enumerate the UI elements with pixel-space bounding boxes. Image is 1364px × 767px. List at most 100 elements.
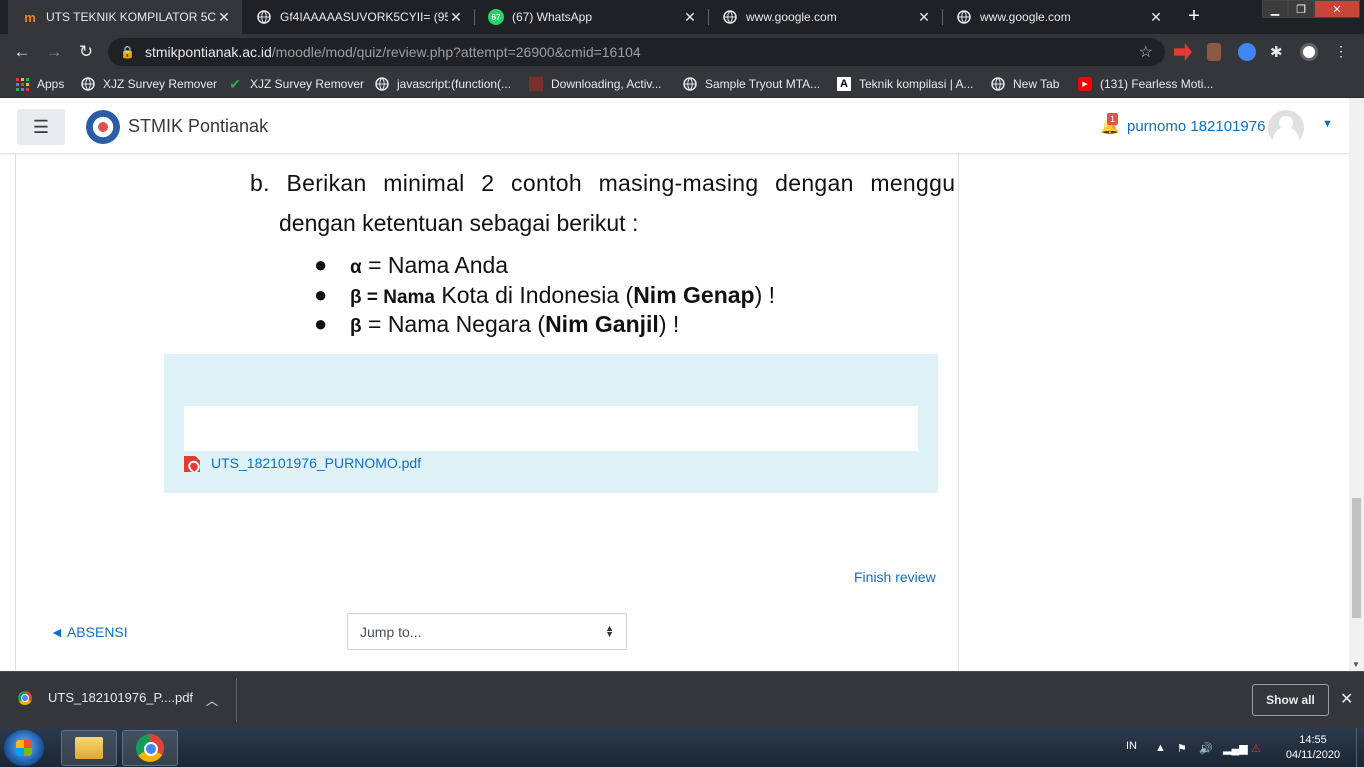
system-clock[interactable]: 14:55 04/11/2020 [1280,733,1346,763]
tab-title: www.google.com [746,10,837,24]
scroll-down-arrow-icon[interactable]: ▼ [1352,660,1360,669]
jump-to-label: Jump to... [360,624,422,640]
globe-icon [956,9,972,25]
bookmark-xjz-2[interactable]: ✔ XJZ Survey Remover [228,75,364,93]
close-icon[interactable]: ✕ [216,9,232,26]
tray-expand-icon[interactable]: ▲ [1155,742,1166,754]
scrollbar-thumb[interactable] [1352,498,1361,618]
user-menu-name[interactable]: purnomo 182101976 [1127,118,1265,135]
bookmark-label: New Tab [1013,77,1060,91]
chevron-down-icon[interactable]: ▼ [1322,118,1333,130]
tab-uts-teknik-kompilator[interactable]: m UTS TEKNIK KOMPILATOR 5C2: ✕ [8,0,242,34]
back-button[interactable]: ← [12,42,32,62]
tab-image-data[interactable]: Gf4IAAAAASUVORK5CYII= (956 ✕ [242,0,474,34]
volume-icon[interactable]: 🔊 [1199,742,1213,755]
download-item[interactable]: UTS_182101976_P....pdf [18,690,193,705]
close-icon[interactable]: ✕ [1340,689,1353,709]
bookmark-xjz-1[interactable]: XJZ Survey Remover [81,75,217,93]
finish-review-link[interactable]: Finish review [854,569,936,585]
language-indicator[interactable]: IN [1126,740,1137,752]
address-bar[interactable]: 🔒 stmikpontianak.ac.id/moodle/mod/quiz/r… [108,38,1165,66]
chevron-up-icon[interactable]: ︿ [206,692,218,709]
bookmark-label: Downloading, Activ... [551,77,662,91]
close-icon[interactable]: ✕ [916,9,932,26]
forward-button[interactable]: → [44,42,64,62]
question-item: β = Nama Negara (Nim Ganjil) ! [350,311,679,338]
windows-taskbar: IN ▲ ⚑ 🔊 ▂▄▆ ⚠ 14:55 04/11/2020 [0,728,1364,767]
moodle-icon: m [24,9,36,25]
globe-icon [722,9,738,25]
close-icon[interactable]: ✕ [1148,9,1164,26]
show-all-button[interactable]: Show all [1252,684,1329,716]
url-path: /moodle/mod/quiz/review.php?attempt=2690… [271,44,641,60]
window-controls: ▁ ❐ ✕ [1262,0,1360,18]
item-text: ) ! [754,282,776,308]
question-item: α = Nama Anda [350,252,508,279]
globe-icon [81,77,95,91]
globe-icon [375,77,389,91]
site-name[interactable]: STMIK Pontianak [128,116,268,137]
signal-icon[interactable]: ▂▄▆ [1223,742,1248,755]
answer-area: UTS_182101976_PURNOMO.pdf [164,354,938,493]
notification-count-badge: 1 [1107,113,1119,125]
content-divider [15,154,16,671]
page-scrollbar[interactable]: ▼ [1349,98,1364,671]
taskbar-chrome[interactable] [122,730,178,766]
bullet-icon: ● [314,282,328,307]
lock-icon: 🔒 [120,45,135,59]
bookmark-label: XJZ Survey Remover [103,77,218,91]
bookmark-star-icon[interactable]: ☆ [1139,42,1153,62]
maximize-button[interactable]: ❐ [1288,0,1314,18]
pdf-file-icon [184,456,200,472]
extensions-puzzle-icon[interactable]: ✱ [1270,43,1288,61]
content-divider [958,154,959,671]
jump-to-select[interactable]: Jump to... ▲ ▼ [347,613,627,650]
previous-activity-link[interactable]: ◄ ABSENSI [50,624,128,640]
whatsapp-icon: 67 [488,9,504,25]
stmik-logo[interactable] [86,110,120,144]
bookmark-image-icon [529,77,543,91]
youtube-icon: ▶ [1078,77,1092,91]
globe-icon [991,77,1005,91]
profile-icon[interactable] [1300,43,1318,61]
select-arrows-icon: ▲ ▼ [605,623,614,639]
reload-button[interactable]: ↻ [76,42,96,62]
bookmark-youtube[interactable]: ▶ (131) Fearless Moti... [1078,75,1213,93]
network-warning-icon[interactable]: ⚠ [1251,742,1261,755]
minimize-button[interactable]: ▁ [1262,0,1288,18]
tab-google-2[interactable]: www.google.com ✕ [942,0,1174,34]
bookmark-javascript[interactable]: javascript:(function(... [375,75,511,93]
bookmark-teknik-kompilasi[interactable]: A Teknik kompilasi | A... [837,75,974,93]
chrome-icon [18,690,32,705]
extension-tool-icon[interactable] [1207,43,1221,61]
bookmark-sample-tryout[interactable]: Sample Tryout MTA... [683,75,820,93]
bullet-icon: ● [314,252,328,277]
show-desktop-button[interactable] [1356,728,1364,767]
tab-whatsapp[interactable]: 67 (67) WhatsApp ✕ [474,0,708,34]
start-button[interactable] [4,730,44,766]
clock-date: 04/11/2020 [1285,749,1341,761]
clock-time: 14:55 [1299,734,1327,746]
new-tab-button[interactable]: + [1182,5,1206,29]
extension-search-icon[interactable] [1238,43,1256,61]
question-line-b2: dengan ketentuan sebagai berikut : [279,210,639,236]
browser-toolbar: ← → ↻ 🔒 stmikpontianak.ac.id/moodle/mod/… [0,34,1364,70]
bookmark-downloading[interactable]: Downloading, Activ... [529,75,662,93]
tab-title: Gf4IAAAAASUVORK5CYII= (956 [280,10,448,24]
menu-kebab-icon[interactable]: ⋮ [1332,43,1350,61]
drawer-toggle-button[interactable]: ☰ [17,109,65,145]
tab-google-1[interactable]: www.google.com ✕ [708,0,942,34]
download-file-name: UTS_182101976_P....pdf [48,690,194,705]
attachment-link[interactable]: UTS_182101976_PURNOMO.pdf [211,455,421,471]
divider [236,678,237,722]
taskbar-explorer[interactable] [61,730,117,766]
bookmark-new-tab[interactable]: New Tab [991,75,1059,93]
close-icon[interactable]: ✕ [448,9,464,26]
extension-red-icon[interactable] [1174,43,1192,61]
bookmark-label: XJZ Survey Remover [250,77,365,91]
action-center-icon[interactable]: ⚑ [1177,742,1187,755]
close-icon[interactable]: ✕ [682,9,698,26]
bookmark-apps[interactable]: Apps [15,75,64,93]
avatar[interactable] [1268,110,1304,146]
close-window-button[interactable]: ✕ [1314,0,1360,18]
